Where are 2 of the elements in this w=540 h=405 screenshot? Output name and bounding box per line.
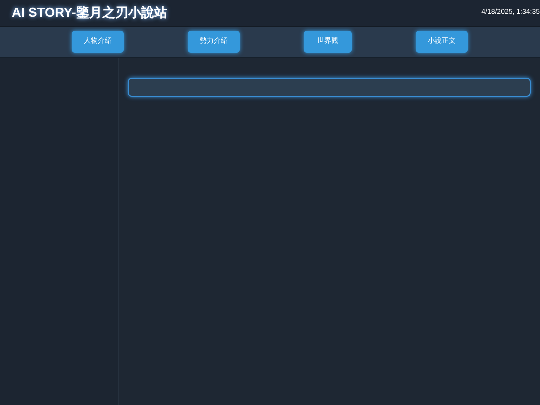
input-field[interactable] [128,78,531,96]
site-title: AI STORY-鑒月之刃小說站 [12,4,168,22]
